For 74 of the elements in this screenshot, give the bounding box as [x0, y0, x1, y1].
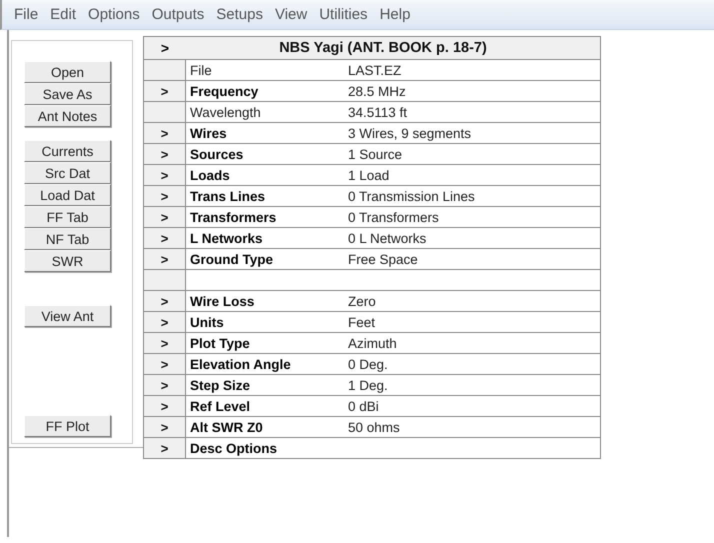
- row-button[interactable]: >: [144, 123, 186, 143]
- setting-value: Free Space: [348, 252, 418, 266]
- info-value: LAST.EZ: [348, 62, 402, 78]
- setting-label: Loads: [189, 168, 231, 182]
- setting-label: Plot Type: [189, 336, 251, 350]
- setting-value: 1 Source: [348, 146, 402, 162]
- row-button[interactable]: >: [144, 354, 186, 374]
- setting-value: 0 Deg.: [348, 356, 388, 372]
- menu-item[interactable]: File: [8, 6, 44, 23]
- setting-label: Ref Level: [189, 398, 252, 414]
- setting-label: Step Size: [189, 378, 252, 392]
- setting-value: 0 Transformers: [348, 210, 439, 224]
- side-button[interactable]: FF Plot: [24, 415, 111, 437]
- side-button[interactable]: Load Dat: [24, 184, 111, 206]
- setting-label: L Networks: [189, 230, 264, 246]
- info-label: File: [189, 62, 213, 78]
- setting-value: 0 Transmission Lines: [348, 188, 475, 204]
- side-button[interactable]: FF Tab: [24, 206, 111, 228]
- info-value: 34.5113 ft: [348, 104, 408, 120]
- row-button[interactable]: >: [144, 81, 186, 101]
- setting-value: Azimuth: [348, 336, 397, 350]
- setting-value: 1 Load: [348, 168, 390, 182]
- row-button[interactable]: [144, 60, 186, 80]
- row-button[interactable]: >: [144, 417, 186, 437]
- setting-label: Transformers: [189, 210, 278, 224]
- setting-value: Feet: [348, 314, 376, 330]
- setting-label: Wire Loss: [189, 294, 256, 308]
- side-button[interactable]: SWR: [24, 250, 111, 272]
- setting-value: 0 dBi: [348, 398, 379, 414]
- row-button[interactable]: >: [144, 249, 186, 269]
- menu-item[interactable]: Help: [374, 6, 416, 23]
- antenna-title: NBS Yagi (ANT. BOOK p. 18-7): [278, 39, 488, 58]
- row-button[interactable]: >: [144, 291, 186, 311]
- row-button[interactable]: >: [144, 165, 186, 185]
- setting-label: Alt SWR Z0: [189, 420, 264, 434]
- setting-label: Wires: [189, 126, 228, 140]
- menu-item[interactable]: View: [268, 6, 314, 23]
- row-button[interactable]: >: [144, 228, 186, 248]
- menu-item[interactable]: Utilities: [313, 6, 374, 23]
- side-button[interactable]: Src Dat: [24, 162, 111, 184]
- row-button[interactable]: >: [144, 396, 186, 416]
- menu-item[interactable]: Outputs: [146, 6, 210, 23]
- setting-label: Elevation Angle: [189, 356, 292, 372]
- setting-label: Sources: [189, 146, 244, 162]
- setting-value: 3 Wires, 9 segments: [348, 126, 472, 140]
- row-button[interactable]: [144, 102, 186, 122]
- setting-value: 28.5 MHz: [348, 84, 406, 98]
- setting-label: Desc Options: [189, 440, 278, 456]
- side-button[interactable]: View Ant: [24, 305, 111, 327]
- side-button[interactable]: Ant Notes: [24, 105, 111, 127]
- row-button[interactable]: >: [144, 333, 186, 353]
- setting-value: 1 Deg.: [348, 378, 388, 392]
- setting-value: Zero: [348, 294, 376, 308]
- row-button[interactable]: [144, 270, 186, 290]
- setting-label: Ground Type: [189, 252, 274, 266]
- row-button[interactable]: >: [144, 312, 186, 332]
- setting-label: Trans Lines: [189, 188, 266, 204]
- setting-value: 50 ohms: [348, 420, 400, 434]
- side-button[interactable]: Currents: [24, 140, 111, 162]
- menu-item[interactable]: Edit: [44, 6, 82, 23]
- menu-item[interactable]: Options: [82, 6, 146, 23]
- row-button[interactable]: >: [144, 207, 186, 227]
- setting-label: Frequency: [189, 84, 260, 98]
- row-button[interactable]: >: [144, 438, 186, 458]
- setting-value: 0 L Networks: [348, 230, 426, 246]
- side-button[interactable]: Save As: [24, 83, 111, 105]
- setting-label: Units: [189, 314, 225, 330]
- row-button[interactable]: >: [144, 375, 186, 395]
- side-button[interactable]: Open: [24, 61, 111, 83]
- row-button[interactable]: >: [144, 144, 186, 164]
- info-label: Wavelength: [189, 104, 262, 120]
- side-button[interactable]: NF Tab: [24, 228, 111, 250]
- menu-item[interactable]: Setups: [210, 6, 269, 23]
- row-button[interactable]: >: [144, 186, 186, 206]
